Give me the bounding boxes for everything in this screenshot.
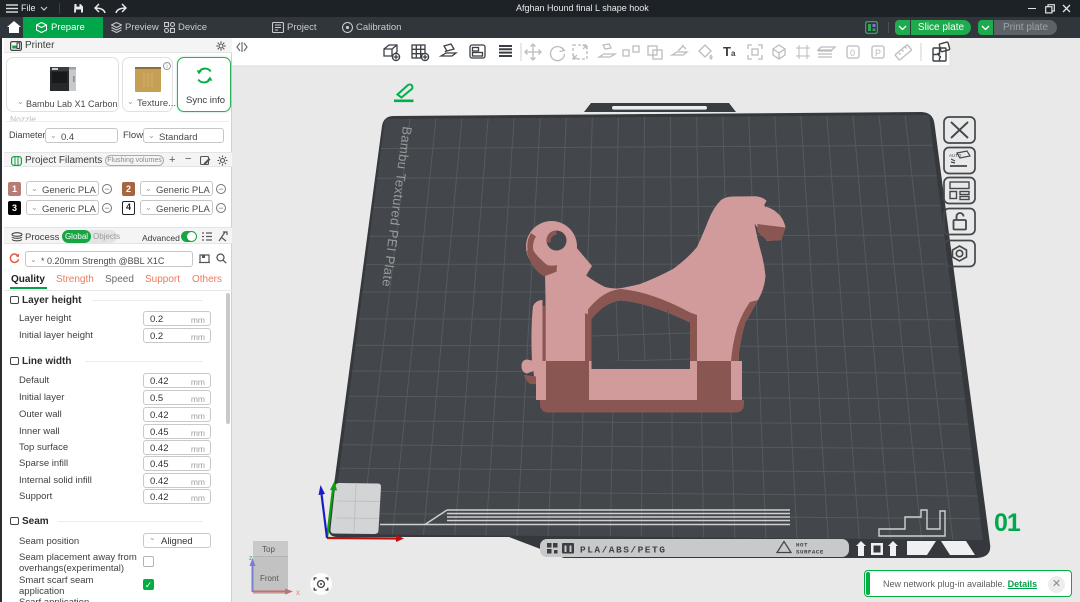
svg-text:z: z	[249, 555, 253, 562]
svg-text:SURFACE: SURFACE	[796, 549, 824, 556]
svg-text:P: P	[875, 48, 881, 58]
svg-text:Front: Front	[260, 574, 279, 583]
svg-text:AUTO: AUTO	[949, 153, 962, 158]
svg-text:Top: Top	[262, 545, 275, 554]
svg-text:x: x	[296, 588, 300, 597]
svg-text:HOT: HOT	[796, 542, 808, 549]
svg-text:PLA/ABS/PETG: PLA/ABS/PETG	[580, 545, 666, 556]
svg-text:01: 01	[994, 509, 1021, 537]
svg-text:0: 0	[850, 48, 855, 58]
